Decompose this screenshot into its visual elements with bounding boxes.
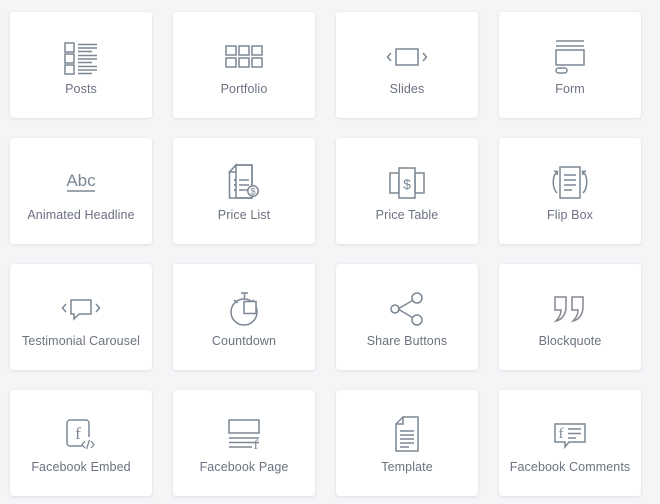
widget-card-share-buttons[interactable]: Share Buttons: [336, 264, 478, 370]
svg-text:f: f: [254, 438, 259, 453]
animated-headline-abc-icon: Abc: [57, 160, 105, 206]
facebook-page-icon: f: [222, 412, 266, 458]
widget-label: Facebook Comments: [509, 459, 631, 474]
widget-label: Blockquote: [538, 333, 602, 348]
price-list-document-icon: $: [224, 160, 264, 206]
widget-card-blockquote[interactable]: Blockquote: [499, 264, 641, 370]
widget-card-countdown[interactable]: Countdown: [173, 264, 315, 370]
widget-card-animated-headline[interactable]: Abc Animated Headline: [10, 138, 152, 244]
svg-text:f: f: [75, 424, 81, 443]
widget-card-flip-box[interactable]: Flip Box: [499, 138, 641, 244]
widget-card-price-table[interactable]: $ Price Table: [336, 138, 478, 244]
share-nodes-icon: [387, 286, 427, 332]
widget-card-facebook-page[interactable]: f Facebook Page: [173, 390, 315, 496]
svg-text:f: f: [559, 426, 564, 442]
widget-label: Countdown: [211, 333, 277, 348]
facebook-embed-code-icon: f: [60, 412, 102, 458]
widget-label: Animated Headline: [27, 207, 135, 222]
form-icon: [549, 34, 591, 80]
widget-card-posts[interactable]: Posts: [10, 12, 152, 118]
price-table-columns-icon: $: [386, 160, 428, 206]
widget-label: Form: [555, 81, 585, 96]
widget-label: Price List: [217, 207, 271, 222]
widget-grid: Posts Portfolio Slides Form Abc Animated…: [0, 0, 660, 496]
facebook-comments-bubble-icon: f: [548, 412, 592, 458]
widget-label: Slides: [389, 81, 425, 96]
countdown-stopwatch-icon: [224, 286, 264, 332]
widget-label: Share Buttons: [366, 333, 448, 348]
slides-carousel-icon: [384, 34, 430, 80]
widget-card-template[interactable]: Template: [336, 390, 478, 496]
widget-label: Facebook Embed: [31, 459, 131, 474]
blockquote-quotes-icon: [549, 286, 591, 332]
widget-card-facebook-embed[interactable]: f Facebook Embed: [10, 390, 152, 496]
widget-card-portfolio[interactable]: Portfolio: [173, 12, 315, 118]
widget-label: Portfolio: [220, 81, 268, 96]
widget-label: Template: [381, 459, 433, 474]
posts-list-icon: [59, 34, 103, 80]
widget-label: Posts: [65, 81, 97, 96]
flip-box-icon: [548, 160, 592, 206]
portfolio-grid-icon: [223, 34, 265, 80]
widget-card-testimonial-carousel[interactable]: Testimonial Carousel: [10, 264, 152, 370]
widget-label: Flip Box: [547, 207, 593, 222]
widget-card-form[interactable]: Form: [499, 12, 641, 118]
widget-card-price-list[interactable]: $ Price List: [173, 138, 315, 244]
widget-card-slides[interactable]: Slides: [336, 12, 478, 118]
widget-label: Facebook Page: [199, 459, 289, 474]
widget-card-facebook-comments[interactable]: f Facebook Comments: [499, 390, 641, 496]
template-document-icon: [389, 412, 425, 458]
widget-label: Price Table: [375, 207, 439, 222]
svg-text:$: $: [403, 176, 411, 192]
svg-text:Abc: Abc: [66, 171, 96, 190]
widget-label: Testimonial Carousel: [21, 333, 141, 348]
svg-text:$: $: [250, 186, 255, 196]
testimonial-carousel-speech-icon: [57, 286, 105, 332]
